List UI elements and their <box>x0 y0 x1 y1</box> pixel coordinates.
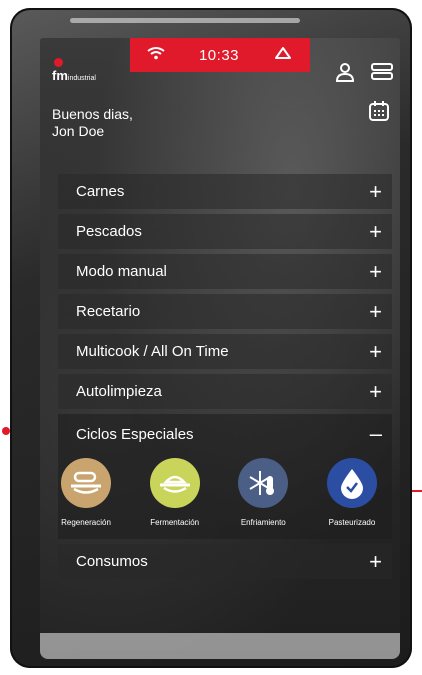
menu-item-label: Multicook / All On Time <box>76 343 229 360</box>
menu-item-recetario[interactable]: Recetario + <box>58 294 392 329</box>
menu-item-carnes[interactable]: Carnes + <box>58 174 392 209</box>
greeting-line1: Buenos dias, <box>52 106 133 122</box>
menu-item-label: Modo manual <box>76 263 167 280</box>
cycle-list: Regeneración Fermentación Enfriamiento P… <box>44 454 394 539</box>
cycle-label: Regeneración <box>61 518 111 527</box>
device-highlight <box>70 18 300 23</box>
cloud-icon <box>273 46 293 64</box>
menu-item-label: Autolimpieza <box>76 383 162 400</box>
cycle-enfriamiento[interactable]: Enfriamiento <box>221 458 305 527</box>
plus-icon[interactable]: + <box>369 550 382 573</box>
plus-icon[interactable]: + <box>369 380 382 403</box>
menu-item-autolimpieza[interactable]: Autolimpieza + <box>58 374 392 409</box>
greeting-user: Jon Doe <box>52 123 105 139</box>
plus-icon[interactable]: + <box>369 340 382 363</box>
menu-item-label: Consumos <box>76 553 148 570</box>
logo-sub: industrial <box>67 75 96 82</box>
brand-logo: fmindustrial <box>52 58 96 83</box>
menu: Carnes + Pescados + Modo manual + Receta… <box>58 174 392 584</box>
greeting: Buenos dias, Jon Doe <box>52 106 133 140</box>
menu-item-label: Pescados <box>76 223 142 240</box>
cycle-label: Fermentación <box>150 518 200 527</box>
clock: 10:33 <box>198 46 240 64</box>
plate-cloche-icon[interactable] <box>61 458 111 508</box>
menu-item-label: Ciclos Especiales <box>76 425 194 443</box>
status-bar: 10:33 <box>130 38 310 72</box>
device-bottom-bezel <box>40 633 400 659</box>
plus-icon[interactable]: + <box>369 180 382 203</box>
plus-icon[interactable]: + <box>369 260 382 283</box>
cycle-label: Enfriamiento <box>240 518 286 527</box>
cycle-pasteurizado[interactable]: Pasteurizado <box>310 458 394 527</box>
top-icons <box>334 62 393 84</box>
wifi-icon <box>147 46 165 64</box>
menu-item-label: Recetario <box>76 303 141 320</box>
logo-dot <box>54 58 63 67</box>
logo-text: fm <box>52 68 68 83</box>
minus-icon[interactable]: – <box>370 423 382 445</box>
plus-icon[interactable]: + <box>369 220 382 243</box>
menu-item-modo-manual[interactable]: Modo manual + <box>58 254 392 289</box>
cycle-label: Pasteurizado <box>328 518 376 527</box>
menu-item-label: Carnes <box>76 183 125 200</box>
drop-check-icon[interactable] <box>326 458 377 508</box>
dough-bowl-icon[interactable] <box>149 458 200 508</box>
menu-item-ciclos-especiales[interactable]: Ciclos Especiales – <box>58 414 392 454</box>
user-icon[interactable] <box>334 62 356 84</box>
screen: 10:33 fmindustrial Buenos dias, Jon Doe … <box>40 38 400 650</box>
oven-icon[interactable] <box>370 62 393 84</box>
callout-dot <box>2 427 10 435</box>
menu-item-pescados[interactable]: Pescados + <box>58 214 392 249</box>
ciclos-especiales-panel: Ciclos Especiales – Regeneración Ferment… <box>58 414 392 539</box>
cycle-regeneracion[interactable]: Regeneración <box>44 458 128 527</box>
menu-item-multicook[interactable]: Multicook / All On Time + <box>58 334 392 369</box>
calendar-icon[interactable] <box>368 100 390 122</box>
menu-item-consumos[interactable]: Consumos + <box>58 544 392 579</box>
snowflake-thermometer-icon[interactable] <box>238 458 289 508</box>
plus-icon[interactable]: + <box>369 300 382 323</box>
cycle-fermentacion[interactable]: Fermentación <box>133 458 217 527</box>
